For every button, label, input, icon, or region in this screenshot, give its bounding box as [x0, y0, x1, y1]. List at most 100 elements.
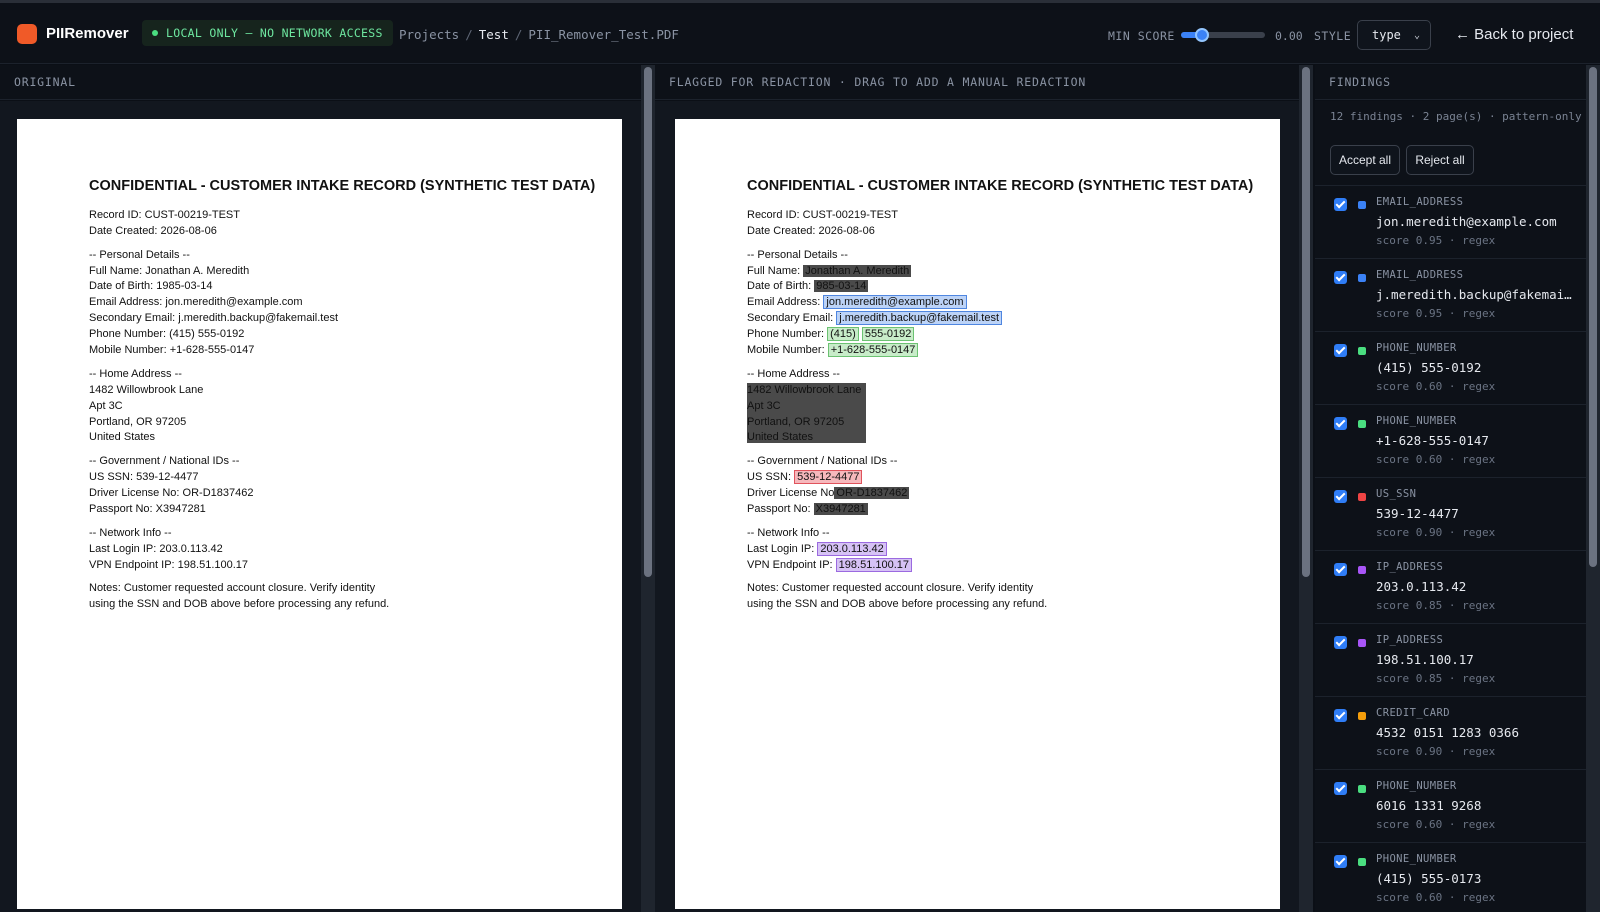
home-address-header: -- Home Address --: [747, 368, 840, 380]
finding-checkbox[interactable]: [1334, 563, 1347, 576]
address-line-1: 1482 Willowbrook Lane: [89, 384, 204, 396]
redaction-vpn-ip[interactable]: 198.51.100.17: [835, 558, 913, 572]
address-line-2: Apt 3C: [747, 400, 781, 412]
notes-line-2: using the SSN and DOB above before proce…: [747, 598, 1048, 610]
breadcrumb-separator: /: [514, 27, 523, 42]
finding-checkbox[interactable]: [1334, 417, 1347, 430]
login-ip-line: Last Login IP: 203.0.113.42: [747, 542, 887, 556]
redaction-mobile[interactable]: +1-628-555-0147: [827, 343, 919, 357]
app-logo-icon: [17, 24, 37, 44]
personal-details-header: -- Personal Details --: [89, 249, 190, 261]
full-name-line: Full Name: Jonathan A. Meredith: [89, 265, 250, 277]
finding-type-color-icon: [1358, 347, 1366, 355]
finding-item[interactable]: PHONE_NUMBER (415) 555-0173 score 0.60 · r…: [1315, 842, 1586, 912]
reject-all-button[interactable]: Reject all: [1406, 145, 1474, 175]
redaction-secondary-email[interactable]: j.meredith.backup@fakemail.test: [836, 311, 1003, 325]
findings-panel-header: FINDINGS: [1315, 65, 1586, 100]
document-title: CONFIDENTIAL - CUSTOMER INTAKE RECORD (S…: [747, 178, 1254, 194]
finding-type-color-icon: [1358, 858, 1366, 866]
flagged-document-page[interactable]: CONFIDENTIAL - CUSTOMER INTAKE RECORD (S…: [675, 119, 1280, 909]
accept-all-button[interactable]: Accept all: [1330, 145, 1400, 175]
status-dot-icon: [152, 30, 158, 36]
license-line: Driver License No: OR-D1837462: [89, 487, 254, 499]
address-line-4: United States: [747, 431, 814, 443]
finding-type-color-icon: [1358, 201, 1366, 209]
scrollbar-thumb[interactable]: [1302, 67, 1310, 577]
passport-line: Passport No: X3947281: [89, 503, 206, 515]
finding-checkbox[interactable]: [1334, 344, 1347, 357]
original-scrollbar[interactable]: [641, 65, 655, 912]
redaction-full-name[interactable]: Jonathan A. Meredith: [803, 265, 912, 277]
breadcrumb-project-test[interactable]: Test: [479, 27, 509, 42]
address-line-4: United States: [89, 431, 156, 443]
finding-item[interactable]: PHONE_NUMBER 6016 1331 9268 score 0.60 · r…: [1315, 769, 1586, 842]
network-info-header: -- Network Info --: [89, 527, 172, 539]
finding-checkbox[interactable]: [1334, 709, 1347, 722]
finding-checkbox[interactable]: [1334, 782, 1347, 795]
style-label: STYLE: [1314, 29, 1352, 43]
finding-checkbox[interactable]: [1334, 271, 1347, 284]
finding-checkbox[interactable]: [1334, 198, 1347, 211]
finding-checkbox[interactable]: [1334, 855, 1347, 868]
redaction-dob[interactable]: 985-03-14: [814, 280, 869, 292]
finding-score: score 0.90 · regex: [1376, 526, 1496, 539]
finding-score: score 0.60 · regex: [1376, 818, 1496, 831]
passport-line: Passport No: X3947281: [747, 503, 868, 515]
finding-item[interactable]: PHONE_NUMBER (415) 555-0192 score 0.60 · r…: [1315, 331, 1586, 404]
gov-ids-header: -- Government / National IDs --: [747, 455, 898, 467]
finding-type: PHONE_NUMBER: [1376, 415, 1457, 427]
finding-value: jon.meredith@example.com: [1376, 214, 1557, 229]
scrollbar-thumb[interactable]: [644, 67, 652, 577]
chevron-down-icon: ⌄: [1413, 29, 1420, 41]
finding-value: 198.51.100.17: [1376, 652, 1474, 667]
min-score-value: 0.00: [1275, 29, 1303, 43]
secondary-email-line: Secondary Email: j.meredith.backup@fakem…: [89, 312, 339, 324]
finding-item[interactable]: IP_ADDRESS 203.0.113.42 score 0.85 · regex: [1315, 550, 1586, 623]
finding-type: PHONE_NUMBER: [1376, 780, 1457, 792]
finding-score: score 0.95 · regex: [1376, 307, 1496, 320]
redaction-login-ip[interactable]: 203.0.113.42: [817, 542, 887, 556]
finding-item[interactable]: EMAIL_ADDRESS jon.meredith@example.com sco…: [1315, 185, 1586, 258]
finding-item[interactable]: EMAIL_ADDRESS j.meredith.backup@fakemail.…: [1315, 258, 1586, 331]
min-score-slider[interactable]: [1181, 28, 1265, 42]
finding-item[interactable]: CREDIT_CARD 4532 0151 1283 0366 score 0.90…: [1315, 696, 1586, 769]
finding-type: PHONE_NUMBER: [1376, 342, 1457, 354]
redaction-ssn[interactable]: 539-12-4477: [794, 470, 863, 484]
dob-line: Date of Birth: 985-03-14: [747, 280, 869, 292]
finding-item[interactable]: IP_ADDRESS 198.51.100.17 score 0.85 · rege…: [1315, 623, 1586, 696]
redaction-email[interactable]: jon.meredith@example.com: [823, 295, 967, 309]
redaction-phone-number[interactable]: 555-0192: [861, 327, 915, 341]
notes-line-2: using the SSN and DOB above before proce…: [89, 598, 390, 610]
phone-line: Phone Number: (415) 555-0192: [89, 328, 245, 340]
finding-score: score 0.60 · regex: [1376, 891, 1496, 904]
finding-item[interactable]: US_SSN 539-12-4477 score 0.90 · regex: [1315, 477, 1586, 550]
redaction-phone-area[interactable]: (415): [827, 327, 859, 341]
finding-value: +1-628-555-0147: [1376, 433, 1489, 448]
finding-type: US_SSN: [1376, 488, 1417, 500]
redaction-license[interactable]: OR-D1837462: [834, 487, 910, 499]
slider-thumb[interactable]: [1195, 28, 1209, 42]
scrollbar-thumb[interactable]: [1589, 67, 1597, 567]
findings-panel-title: FINDINGS: [1329, 75, 1391, 89]
flagged-scrollbar[interactable]: [1299, 65, 1313, 912]
ssn-line: US SSN: 539-12-4477: [89, 471, 199, 483]
finding-item[interactable]: PHONE_NUMBER +1-628-555-0147 score 0.60 · …: [1315, 404, 1586, 477]
redaction-passport[interactable]: X3947281: [813, 503, 868, 515]
finding-score: score 0.60 · regex: [1376, 453, 1496, 466]
email-line: Email Address: jon.meredith@example.com: [89, 296, 303, 308]
document-title: CONFIDENTIAL - CUSTOMER INTAKE RECORD (S…: [89, 178, 596, 194]
style-select-value: type: [1372, 28, 1401, 42]
finding-value: 539-12-4477: [1376, 506, 1459, 521]
back-to-project-link[interactable]: ← Back to project: [1455, 26, 1573, 43]
finding-checkbox[interactable]: [1334, 636, 1347, 649]
finding-type-color-icon: [1358, 712, 1366, 720]
breadcrumb-projects[interactable]: Projects: [399, 27, 459, 42]
finding-type: IP_ADDRESS: [1376, 634, 1444, 646]
flagged-pane[interactable]: CONFIDENTIAL - CUSTOMER INTAKE RECORD (S…: [655, 101, 1299, 912]
vpn-ip-line: VPN Endpoint IP: 198.51.100.17: [89, 559, 249, 571]
finding-checkbox[interactable]: [1334, 490, 1347, 503]
top-bar: PIIRemover LOCAL ONLY — NO NETWORK ACCES…: [0, 0, 1600, 64]
finding-type: EMAIL_ADDRESS: [1376, 196, 1464, 208]
style-select[interactable]: type ⌄: [1357, 20, 1431, 50]
findings-scrollbar[interactable]: [1586, 65, 1600, 912]
